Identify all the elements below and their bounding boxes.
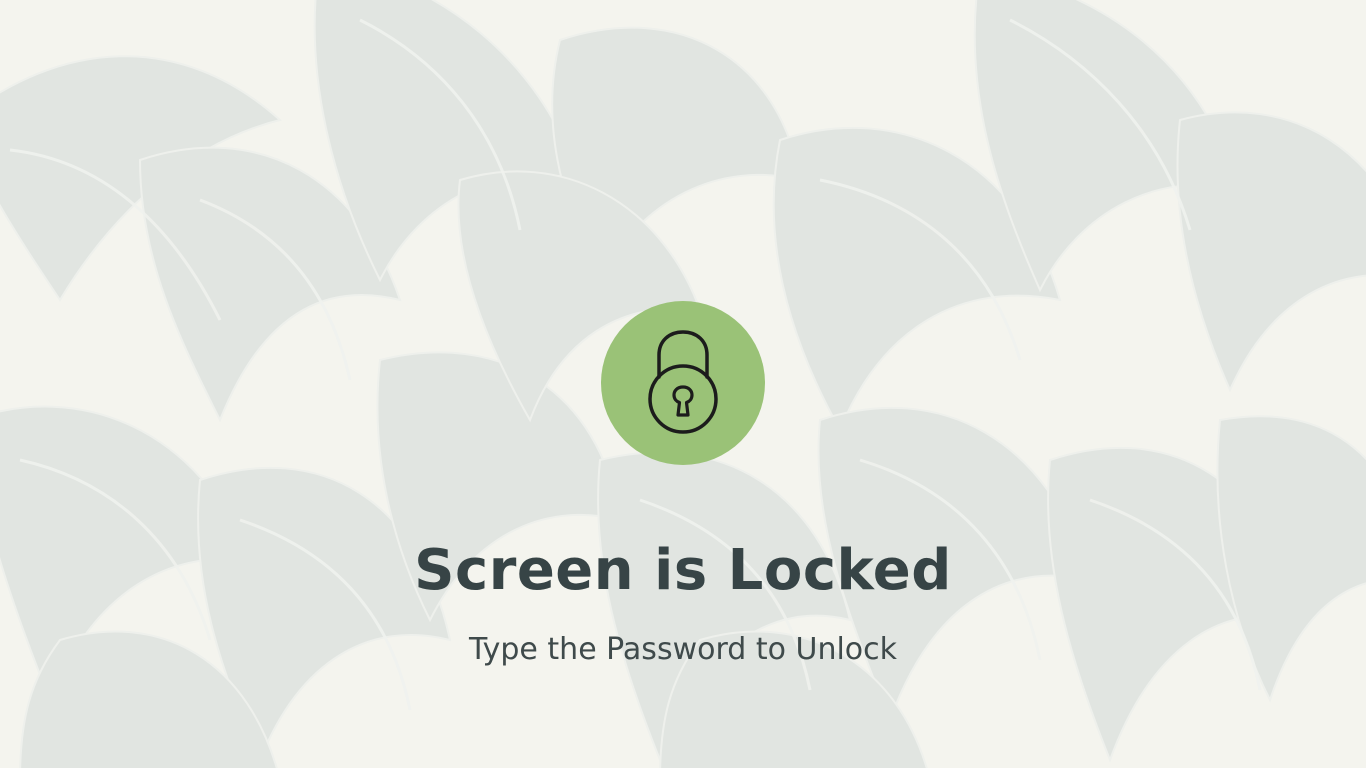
lock-title: Screen is Locked	[414, 538, 952, 603]
padlock-icon	[647, 329, 719, 437]
unlock-instruction: Type the Password to Unlock	[468, 632, 898, 667]
lock-badge	[601, 301, 765, 465]
